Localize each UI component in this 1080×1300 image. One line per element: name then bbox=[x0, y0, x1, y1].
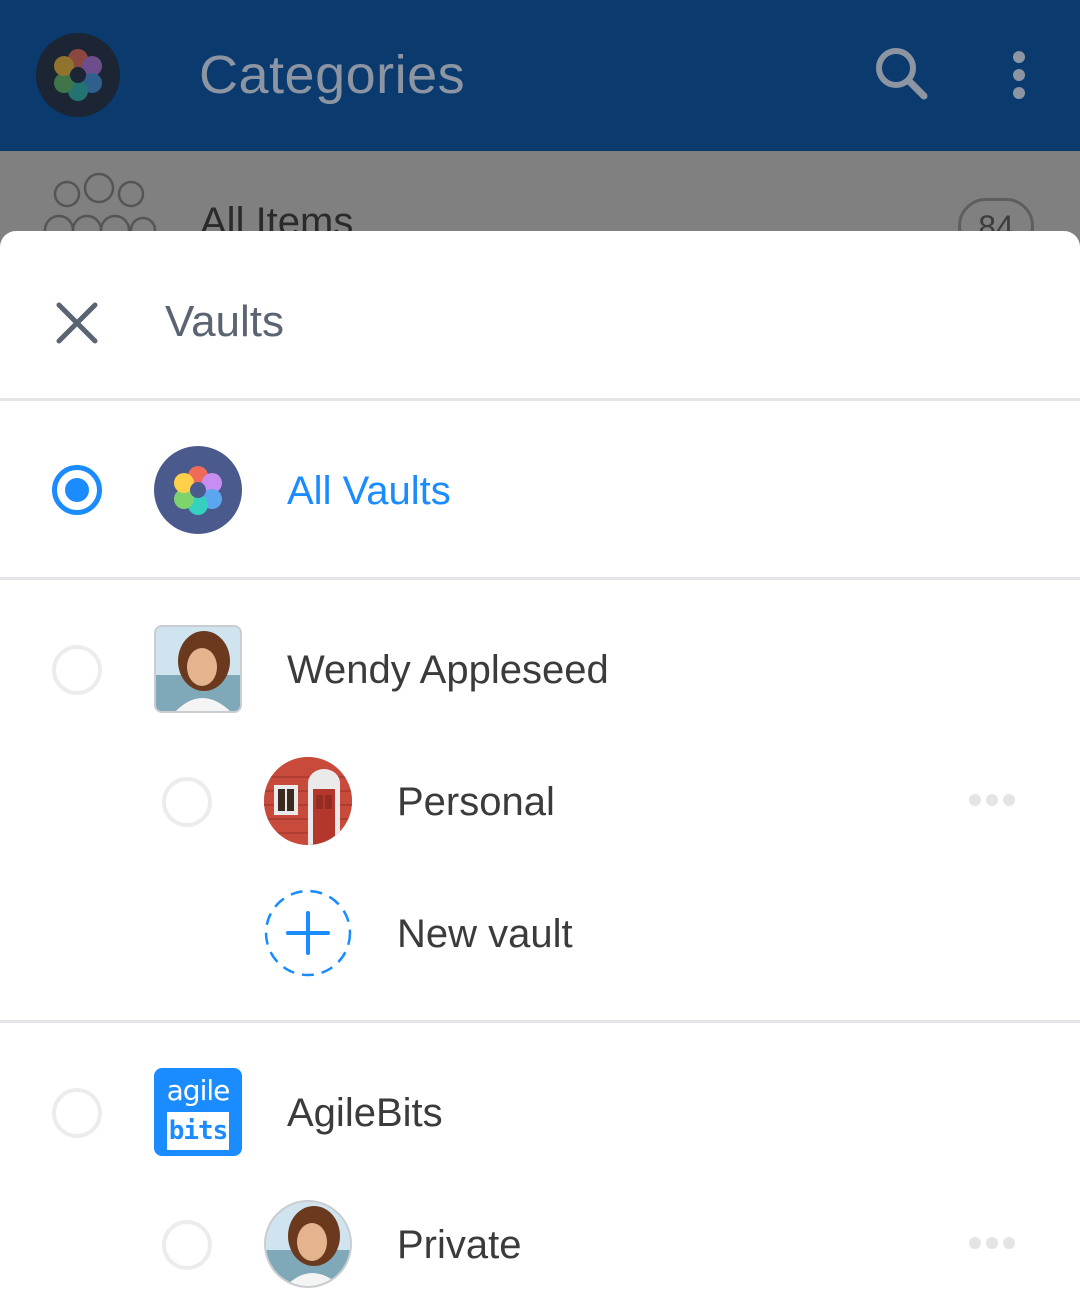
vault-label-personal: Personal bbox=[397, 780, 555, 824]
radio-vault-personal[interactable] bbox=[162, 777, 212, 827]
app-bar: Categories bbox=[0, 0, 1080, 151]
vault-flower-icon[interactable] bbox=[36, 33, 120, 117]
search-icon[interactable] bbox=[868, 40, 938, 110]
agilebits-logo-text-bottom: bits bbox=[167, 1112, 229, 1150]
divider bbox=[0, 577, 1080, 580]
avatar bbox=[264, 1200, 352, 1288]
more-horizontal-icon[interactable] bbox=[969, 1237, 1017, 1251]
radio-account-wendy[interactable] bbox=[52, 645, 102, 695]
agilebits-logo: agile bits bbox=[154, 1068, 242, 1156]
house-icon bbox=[264, 757, 352, 845]
divider bbox=[0, 1020, 1080, 1023]
vault-label-all-vaults: All Vaults bbox=[287, 469, 451, 513]
radio-all-vaults[interactable] bbox=[52, 465, 102, 515]
radio-account-agilebits[interactable] bbox=[52, 1088, 102, 1138]
close-icon[interactable] bbox=[50, 296, 104, 350]
add-vault-icon[interactable] bbox=[264, 889, 352, 977]
more-horizontal-icon[interactable] bbox=[969, 794, 1017, 808]
agilebits-logo-text-top: agile bbox=[166, 1074, 231, 1107]
sheet-title: Vaults bbox=[165, 297, 285, 346]
page-title: Categories bbox=[199, 45, 466, 105]
account-label-agilebits: AgileBits bbox=[287, 1091, 443, 1135]
vaults-bottom-sheet: Vaults All Vaults Wendy Appleseed Person… bbox=[0, 231, 1080, 1300]
new-vault-label: New vault bbox=[397, 912, 573, 956]
account-label-wendy: Wendy Appleseed bbox=[287, 648, 609, 692]
sheet-header: Vaults bbox=[0, 231, 1080, 399]
vault-label-private: Private bbox=[397, 1223, 522, 1267]
avatar bbox=[154, 625, 242, 713]
vault-flower-icon bbox=[154, 446, 242, 534]
divider bbox=[0, 398, 1080, 401]
more-vertical-icon[interactable] bbox=[996, 40, 1042, 110]
radio-vault-private[interactable] bbox=[162, 1220, 212, 1270]
